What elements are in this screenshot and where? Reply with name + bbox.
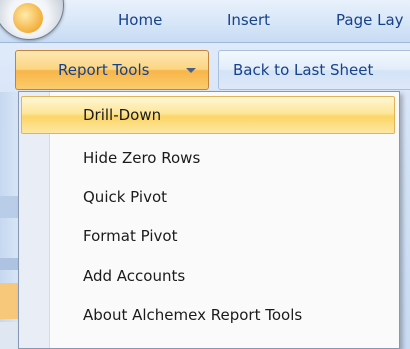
menu-item-about[interactable]: About Alchemex Report Tools (21, 296, 395, 334)
back-to-last-sheet-label: Back to Last Sheet (233, 61, 374, 79)
menu-item-format-pivot[interactable]: Format Pivot (21, 217, 395, 255)
tab-page-layout[interactable]: Page Lay (336, 11, 404, 29)
report-tools-menu: Drill-Down Hide Zero Rows Quick Pivot Fo… (18, 91, 400, 349)
selected-cell-edge (0, 283, 18, 319)
office-logo-icon (13, 3, 43, 33)
worksheet-edge-segment (0, 258, 18, 270)
report-tools-label: Report Tools (58, 61, 150, 79)
worksheet-edge-segment (0, 196, 18, 218)
report-tools-button[interactable]: Report Tools (15, 50, 209, 90)
menu-item-quick-pivot[interactable]: Quick Pivot (21, 178, 395, 216)
menu-item-drill-down[interactable]: Drill-Down (21, 96, 395, 134)
chevron-down-icon (186, 68, 196, 73)
worksheet-edge-segment (0, 322, 18, 349)
menu-item-hide-zero-rows[interactable]: Hide Zero Rows (21, 139, 395, 177)
menu-item-add-accounts[interactable]: Add Accounts (21, 257, 395, 295)
ribbon-tab-bar: Home Insert Page Lay (0, 0, 410, 43)
tab-insert[interactable]: Insert (227, 11, 270, 29)
back-to-last-sheet-button[interactable]: Back to Last Sheet (218, 50, 410, 90)
tab-home[interactable]: Home (118, 11, 162, 29)
office-button-icon[interactable] (0, 0, 64, 40)
